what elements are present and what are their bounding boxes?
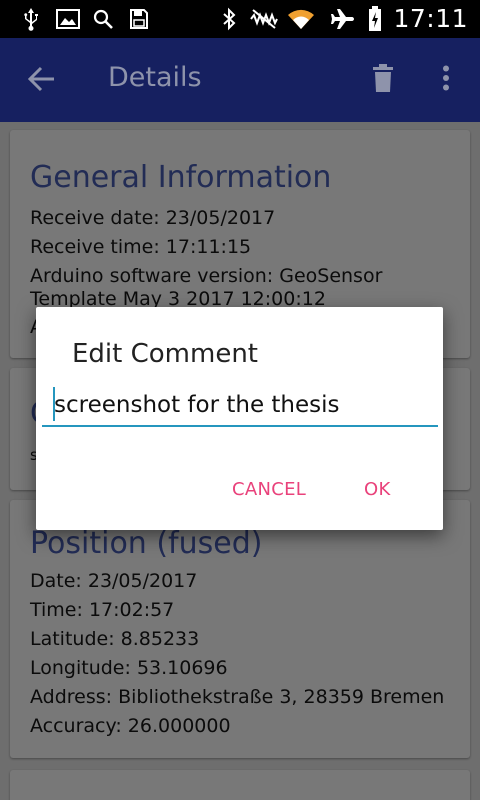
software-version-line1: Arduino software version: GeoSensor	[30, 265, 383, 287]
edit-comment-dialog: Edit Comment CANCEL OK	[36, 307, 443, 530]
next-card	[10, 770, 470, 800]
bluetooth-icon	[220, 7, 238, 31]
position-time: Time: 17:02:57	[30, 599, 175, 621]
text-cursor	[53, 387, 55, 421]
receive-date: Receive date: 23/05/2017	[30, 207, 276, 229]
position-latitude: Latitude: 8.85233	[30, 628, 200, 650]
general-info-title: General Information	[30, 160, 332, 195]
save-icon	[128, 7, 150, 31]
usb-icon	[20, 7, 42, 31]
delete-icon[interactable]	[372, 64, 394, 96]
vibrate-icon	[249, 7, 279, 31]
more-vert-icon[interactable]	[442, 65, 450, 95]
position-title: Position (fused)	[30, 526, 263, 561]
comment-input[interactable]	[42, 385, 438, 429]
page-title: Details	[108, 62, 202, 93]
position-date: Date: 23/05/2017	[30, 570, 198, 592]
position-accuracy: Accuracy: 26.000000	[30, 715, 231, 737]
cancel-button[interactable]: CANCEL	[232, 479, 306, 500]
position-address: Address: Bibliothekstraße 3, 28359 Breme…	[30, 686, 445, 708]
image-icon	[55, 7, 81, 31]
position-longitude: Longitude: 53.10696	[30, 657, 228, 679]
search-icon	[91, 7, 115, 31]
app-bar: Details	[0, 38, 480, 122]
battery-icon	[367, 6, 383, 31]
screen: 17:11 Details General Information Receiv…	[0, 0, 480, 800]
dialog-title: Edit Comment	[72, 339, 258, 369]
input-underline	[42, 425, 438, 427]
airplane-icon	[329, 7, 357, 31]
position-card: Position (fused) Date: 23/05/2017 Time: …	[10, 500, 470, 758]
ok-button[interactable]: OK	[364, 479, 391, 500]
receive-time: Receive time: 17:11:15	[30, 236, 252, 258]
status-bar: 17:11	[0, 0, 480, 38]
wifi-icon	[286, 7, 316, 31]
back-arrow-icon[interactable]	[27, 66, 56, 96]
clock: 17:11	[393, 4, 468, 33]
